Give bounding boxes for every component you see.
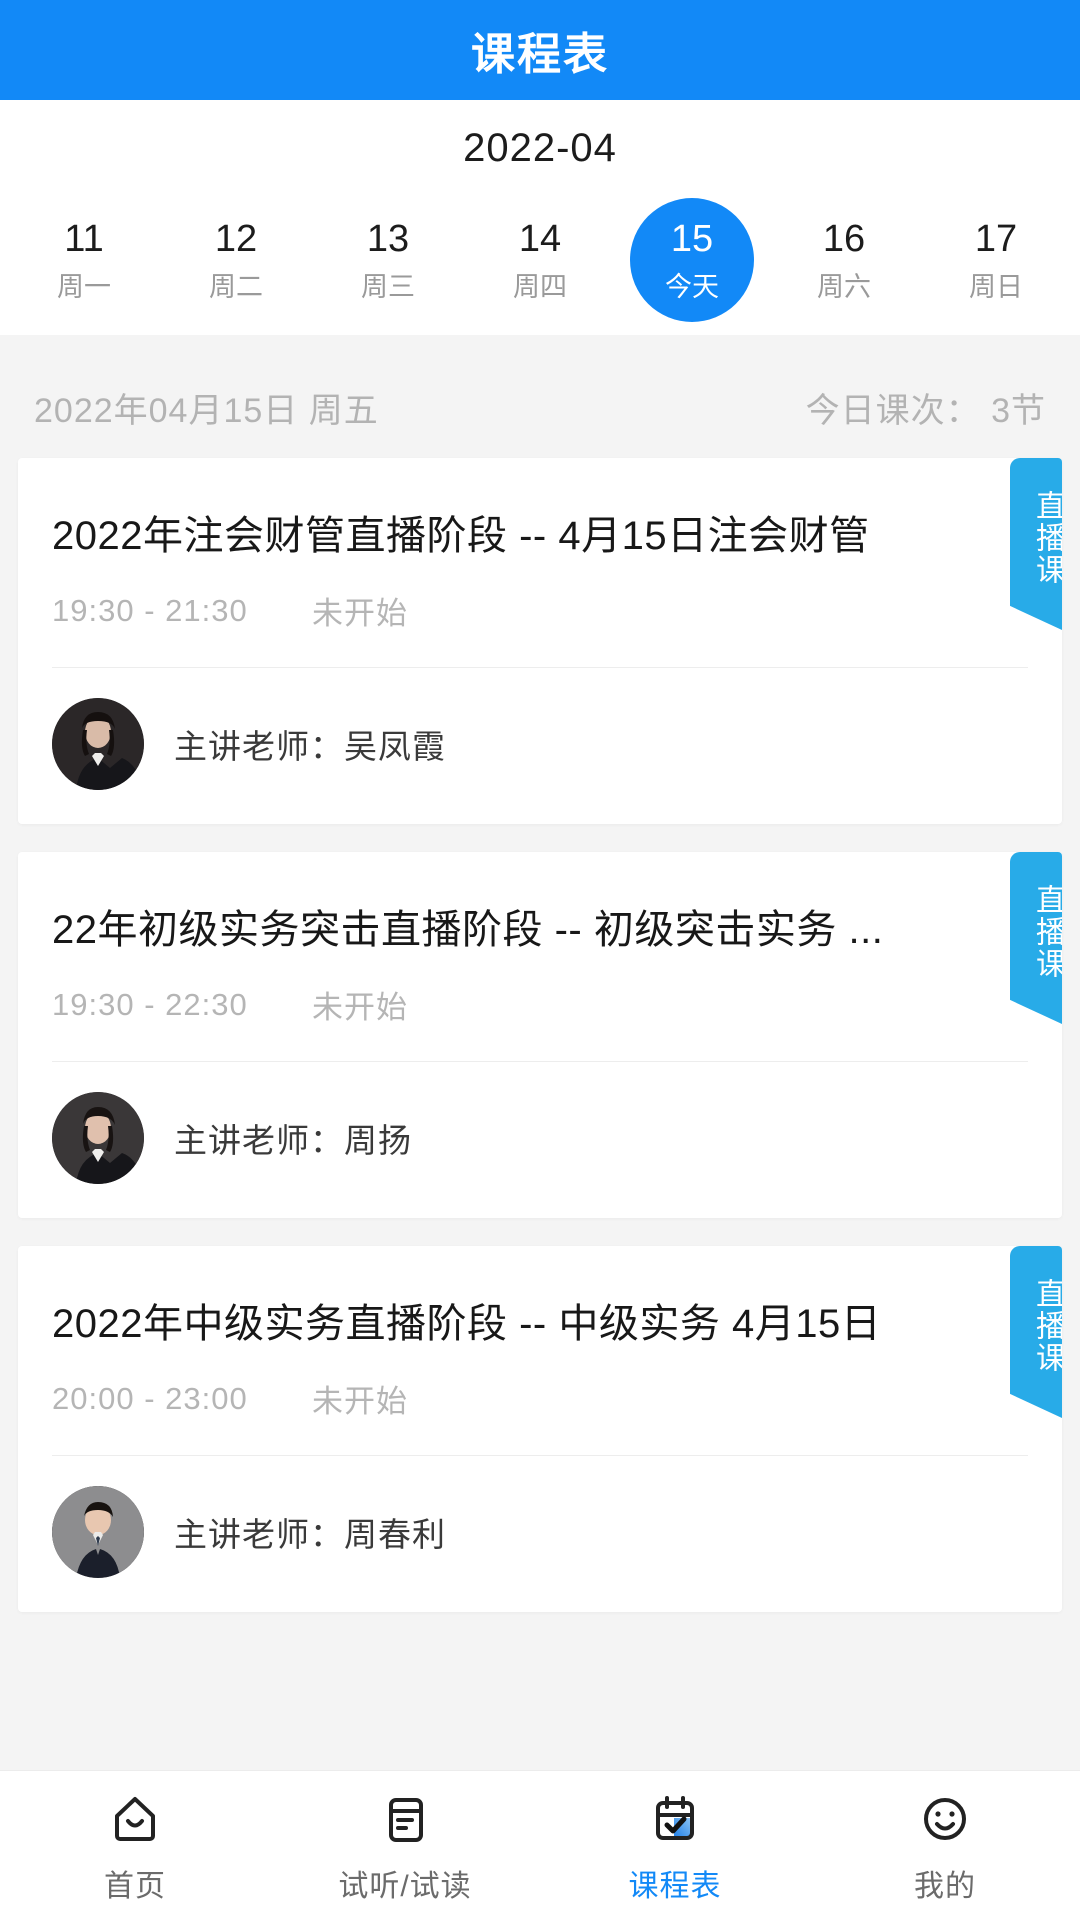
course-teacher-name: 主讲老师：吴凤霞 [174, 728, 446, 765]
course-status: 未开始 [312, 596, 408, 631]
page-title: 课程表 [471, 30, 609, 79]
calendar-day-weekday: 周三 [361, 272, 415, 303]
day-summary: 2022年04月15日 周五 今日课次： 3节 [0, 335, 1080, 458]
calendar-day-weekday: 今天 [665, 272, 719, 303]
course-meta: 20:00 - 23:00 未开始 [52, 1348, 1028, 1455]
calendar-day-number: 15 [670, 218, 714, 261]
course-teacher-row: 主讲老师：吴凤霞 [52, 668, 1028, 824]
course-teacher-name: 主讲老师：周春利 [174, 1516, 446, 1553]
app-header: 课程表 [0, 0, 1080, 100]
avatar [52, 1092, 144, 1184]
avatar [52, 1486, 144, 1578]
course-meta: 19:30 - 22:30 未开始 [52, 954, 1028, 1061]
course-time: 19:30 - 22:30 [52, 986, 248, 1022]
calendar-day-number: 16 [822, 218, 866, 261]
summary-count: 今日课次： 3节 [805, 392, 1046, 430]
live-course-badge: 直播课 [1010, 458, 1062, 630]
course-status: 未开始 [312, 990, 408, 1025]
tab-label: 首页 [104, 1870, 166, 1903]
tab-trial[interactable]: 试听/试读 [270, 1789, 540, 1905]
calendar-day-weekday: 周一 [57, 272, 111, 303]
live-course-badge: 直播课 [1010, 852, 1062, 1024]
tab-profile[interactable]: 我的 [810, 1789, 1080, 1905]
calendar-day-number: 14 [518, 218, 562, 261]
tab-label: 课程表 [628, 1870, 722, 1903]
calendar-day-number: 11 [64, 218, 104, 261]
course-card[interactable]: 直播课 2022年注会财管直播阶段 -- 4月15日注会财管 19:30 - 2… [18, 458, 1062, 824]
calendar-day-number: 12 [214, 218, 258, 261]
course-list-area: 2022年04月15日 周五 今日课次： 3节 直播课 2022年注会财管直播阶… [0, 335, 1080, 1770]
course-title: 2022年中级实务直播阶段 -- 中级实务 4月15日 [52, 1302, 882, 1346]
course-time: 20:00 - 23:00 [52, 1380, 248, 1416]
bottom-tab-bar: 首页 试听/试读 课程表 我的 [0, 1770, 1080, 1920]
calendar-check-icon [644, 1789, 706, 1851]
course-meta: 19:30 - 21:30 未开始 [52, 560, 1028, 667]
tab-schedule[interactable]: 课程表 [540, 1789, 810, 1905]
calendar-day-weekday: 周六 [817, 272, 871, 303]
course-teacher-row: 主讲老师：周春利 [52, 1456, 1028, 1612]
calendar-day-weekday: 周四 [513, 272, 567, 303]
calendar-day-3[interactable]: 14 周四 [464, 201, 616, 321]
calendar-day-2[interactable]: 13 周三 [312, 201, 464, 321]
course-time: 19:30 - 21:30 [52, 592, 248, 628]
smiley-icon [914, 1789, 976, 1851]
note-icon [374, 1789, 436, 1851]
calendar-day-number: 13 [366, 218, 410, 261]
calendar-day-list: 11 周一 12 周二 13 周三 14 周四 15 今天 16 周六 17 周… [0, 198, 1080, 322]
calendar-day-number: 17 [974, 218, 1018, 261]
course-teacher-row: 主讲老师：周扬 [52, 1062, 1028, 1218]
course-title: 22年初级实务突击直播阶段 -- 初级突击实务 ... [52, 908, 884, 952]
calendar-day-6[interactable]: 17 周日 [920, 201, 1072, 321]
calendar-day-5[interactable]: 16 周六 [768, 201, 920, 321]
calendar-strip: 2022-04 11 周一 12 周二 13 周三 14 周四 15 今天 16… [0, 100, 1080, 335]
tab-label: 试听/试读 [338, 1870, 472, 1903]
calendar-day-1[interactable]: 12 周二 [160, 201, 312, 321]
course-teacher-name: 主讲老师：周扬 [174, 1122, 412, 1159]
course-title: 2022年注会财管直播阶段 -- 4月15日注会财管 [52, 514, 870, 558]
tab-home[interactable]: 首页 [0, 1789, 270, 1905]
calendar-day-0[interactable]: 11 周一 [8, 201, 160, 321]
home-icon [104, 1789, 166, 1851]
calendar-day-weekday: 周二 [209, 272, 263, 303]
course-card[interactable]: 直播课 22年初级实务突击直播阶段 -- 初级突击实务 ... 19:30 - … [18, 852, 1062, 1218]
course-card[interactable]: 直播课 2022年中级实务直播阶段 -- 中级实务 4月15日 20:00 - … [18, 1246, 1062, 1612]
course-status: 未开始 [312, 1384, 408, 1419]
avatar [52, 698, 144, 790]
summary-date: 2022年04月15日 周五 [34, 392, 379, 430]
live-course-badge: 直播课 [1010, 1246, 1062, 1418]
tab-label: 我的 [914, 1870, 976, 1903]
calendar-month-label: 2022-04 [463, 126, 617, 170]
calendar-day-weekday: 周日 [969, 272, 1023, 303]
app-root: 课程表 2022-04 11 周一 12 周二 13 周三 14 周四 15 今… [0, 0, 1080, 1920]
calendar-day-4-selected[interactable]: 15 今天 [616, 198, 768, 322]
